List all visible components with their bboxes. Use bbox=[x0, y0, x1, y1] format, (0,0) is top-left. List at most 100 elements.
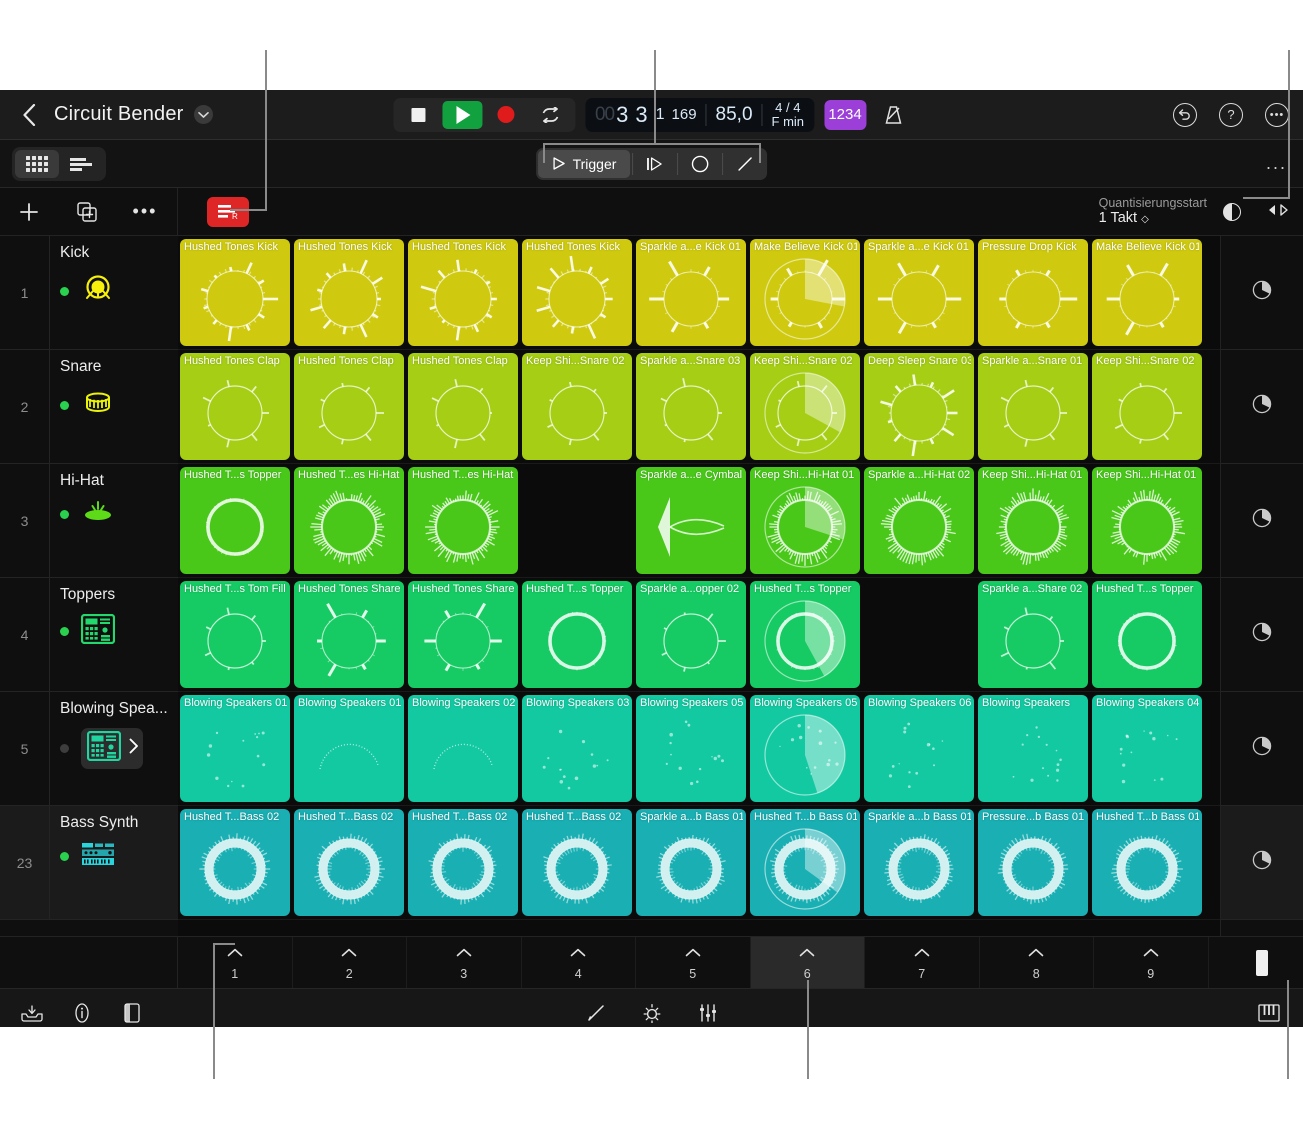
cell-clip[interactable]: Sparkle a...opper 02 bbox=[636, 581, 746, 688]
track-gutter-cell[interactable] bbox=[1221, 692, 1303, 806]
cell-clip[interactable]: Sparkle a...Share 02 bbox=[978, 581, 1088, 688]
cell-clip[interactable]: Keep Shi...Hi-Hat 01 bbox=[1092, 467, 1202, 574]
cell-clip[interactable]: Sparkle a...Snare 01 bbox=[978, 353, 1088, 460]
record-button[interactable] bbox=[485, 100, 526, 129]
cell-clip[interactable]: Keep Shi...Hi-Hat 01 bbox=[978, 467, 1088, 574]
cell-clip[interactable]: Hushed T...es Hi-Hat bbox=[294, 467, 404, 574]
cell-empty[interactable] bbox=[522, 467, 632, 574]
tuner-icon[interactable] bbox=[640, 1001, 664, 1025]
pan-arrows-icon[interactable] bbox=[1267, 203, 1289, 221]
cell-clip[interactable]: Pressure...b Bass 01 bbox=[978, 809, 1088, 916]
cell-clip[interactable]: Keep Shi...Snare 02 bbox=[750, 353, 860, 460]
cell-clip[interactable]: Sparkle a...b Bass 01 bbox=[864, 809, 974, 916]
track-enable-led[interactable] bbox=[60, 401, 69, 410]
track-enable-led[interactable] bbox=[60, 852, 69, 861]
cell-grid-view-button[interactable] bbox=[15, 149, 59, 178]
lcd-display[interactable]: 00 3 3 1 169 85,0 4 / 4 F min bbox=[584, 97, 815, 132]
cell-clip[interactable]: Blowing Speakers 05 bbox=[750, 695, 860, 802]
cell-clip[interactable]: Hushed Tones Clap bbox=[180, 353, 290, 460]
cell-clip[interactable]: Make Believe Kick 01 bbox=[750, 239, 860, 346]
cell-clip[interactable]: Pressure Drop Kick bbox=[978, 239, 1088, 346]
track-gutter-cell[interactable] bbox=[1221, 578, 1303, 692]
track-header[interactable]: 5 Blowing Spea... bbox=[0, 692, 178, 806]
cell-clip[interactable]: Hushed T...s Topper bbox=[522, 581, 632, 688]
chevron-down-icon[interactable] bbox=[193, 105, 213, 124]
cell-clip[interactable]: Hushed T...s Topper bbox=[1092, 581, 1202, 688]
cell-clip[interactable]: Blowing Speakers bbox=[978, 695, 1088, 802]
track-enable-led[interactable] bbox=[60, 510, 69, 519]
cell-clip[interactable]: Blowing Speakers 02 bbox=[408, 695, 518, 802]
track-header[interactable]: 3 Hi-Hat bbox=[0, 464, 178, 578]
record-enable-button[interactable]: R bbox=[207, 196, 249, 227]
cell-clip[interactable]: Sparkle a...b Bass 01 bbox=[636, 809, 746, 916]
step-play-icon[interactable] bbox=[633, 148, 677, 180]
stop-button[interactable] bbox=[397, 100, 438, 129]
cell-clip[interactable]: Hushed T...s Tom Fill bbox=[180, 581, 290, 688]
cell-clip[interactable]: Hushed T...b Bass 01 bbox=[1092, 809, 1202, 916]
track-gutter-cell[interactable] bbox=[1221, 350, 1303, 464]
cell-clip[interactable]: Sparkle a...e Kick 01 bbox=[636, 239, 746, 346]
pencil-icon[interactable] bbox=[584, 1001, 608, 1025]
track-instrument-button[interactable] bbox=[80, 613, 116, 649]
cell-clip[interactable]: Deep Sleep Snare 03 bbox=[864, 353, 974, 460]
cell-clip[interactable]: Keep Shi...Snare 02 bbox=[522, 353, 632, 460]
track-gutter-cell[interactable] bbox=[1221, 236, 1303, 350]
cell-clip[interactable]: Hushed Tones Kick bbox=[522, 239, 632, 346]
panel-icon[interactable] bbox=[120, 1001, 144, 1025]
circle-icon[interactable] bbox=[678, 148, 722, 180]
track-header[interactable]: 23 Bass Synth bbox=[0, 806, 178, 920]
track-more-button[interactable]: ••• bbox=[116, 188, 174, 235]
scene-button[interactable]: 9 bbox=[1094, 937, 1209, 988]
count-in-button[interactable]: 1234 bbox=[824, 99, 867, 130]
metronome-icon[interactable] bbox=[876, 100, 910, 130]
undo-icon[interactable] bbox=[1173, 102, 1197, 127]
track-gutter-cell[interactable] bbox=[1221, 806, 1303, 920]
cell-clip[interactable]: Make Believe Kick 01 bbox=[1092, 239, 1202, 346]
track-instrument-button[interactable] bbox=[81, 500, 115, 529]
scene-button[interactable]: 5 bbox=[636, 937, 751, 988]
chevron-right-icon[interactable] bbox=[129, 738, 139, 759]
faders-icon[interactable] bbox=[696, 1001, 720, 1025]
play-button[interactable] bbox=[441, 100, 482, 129]
cell-clip[interactable]: Hushed Tones Kick bbox=[408, 239, 518, 346]
scene-button[interactable]: 8 bbox=[980, 937, 1094, 988]
cell-clip[interactable]: Hushed Tones Kick bbox=[294, 239, 404, 346]
cell-clip[interactable]: Hushed Tones Share bbox=[294, 581, 404, 688]
track-list-view-button[interactable] bbox=[59, 150, 103, 178]
add-track-button[interactable] bbox=[0, 188, 58, 235]
quantize-start-control[interactable]: Quantisierungsstart 1 Takt ◇ bbox=[1099, 196, 1207, 227]
cell-clip[interactable]: Hushed T...Bass 02 bbox=[408, 809, 518, 916]
cell-clip[interactable]: Blowing Speakers 01 bbox=[294, 695, 404, 802]
track-enable-led[interactable] bbox=[60, 744, 69, 753]
view-overflow-button[interactable]: ... bbox=[1266, 153, 1287, 174]
trigger-mode-button[interactable]: Trigger bbox=[537, 149, 631, 178]
cell-clip[interactable]: Blowing Speakers 01 bbox=[180, 695, 290, 802]
cell-clip[interactable]: Blowing Speakers 05 bbox=[636, 695, 746, 802]
cell-clip[interactable]: Hushed T...Bass 02 bbox=[294, 809, 404, 916]
cell-clip[interactable]: Hushed T...b Bass 01 bbox=[750, 809, 860, 916]
track-instrument-button[interactable] bbox=[81, 842, 115, 871]
library-icon[interactable] bbox=[20, 1001, 44, 1025]
cell-clip[interactable]: Hushed T...es Hi-Hat bbox=[408, 467, 518, 574]
cell-clip[interactable]: Hushed T...s Topper bbox=[750, 581, 860, 688]
cell-clip[interactable]: Sparkle a...Hi-Hat 02 bbox=[864, 467, 974, 574]
cell-clip[interactable]: Keep Shi...Hi-Hat 01 bbox=[750, 467, 860, 574]
scene-button[interactable]: 2 bbox=[293, 937, 407, 988]
scene-button[interactable]: 4 bbox=[522, 937, 636, 988]
cell-clip[interactable]: Keep Shi...Snare 02 bbox=[1092, 353, 1202, 460]
cell-clip[interactable]: Sparkle a...e Cymbal bbox=[636, 467, 746, 574]
track-enable-led[interactable] bbox=[60, 627, 69, 636]
cycle-button[interactable] bbox=[529, 100, 570, 129]
piano-keys-icon[interactable] bbox=[1257, 1001, 1281, 1025]
info-icon[interactable] bbox=[70, 1001, 94, 1025]
cell-clip[interactable]: Hushed Tones Clap bbox=[294, 353, 404, 460]
duplicate-track-button[interactable] bbox=[58, 188, 116, 235]
half-circle-icon[interactable] bbox=[1223, 202, 1241, 221]
cell-clip[interactable]: Hushed Tones Kick bbox=[180, 239, 290, 346]
scene-button[interactable]: 1 bbox=[178, 937, 293, 988]
back-icon[interactable] bbox=[18, 103, 40, 126]
track-instrument-button[interactable] bbox=[81, 386, 115, 425]
more-circle-icon[interactable]: ••• bbox=[1265, 102, 1289, 127]
cell-clip[interactable]: Blowing Speakers 03 bbox=[522, 695, 632, 802]
cell-clip[interactable]: Hushed T...s Topper bbox=[180, 467, 290, 574]
